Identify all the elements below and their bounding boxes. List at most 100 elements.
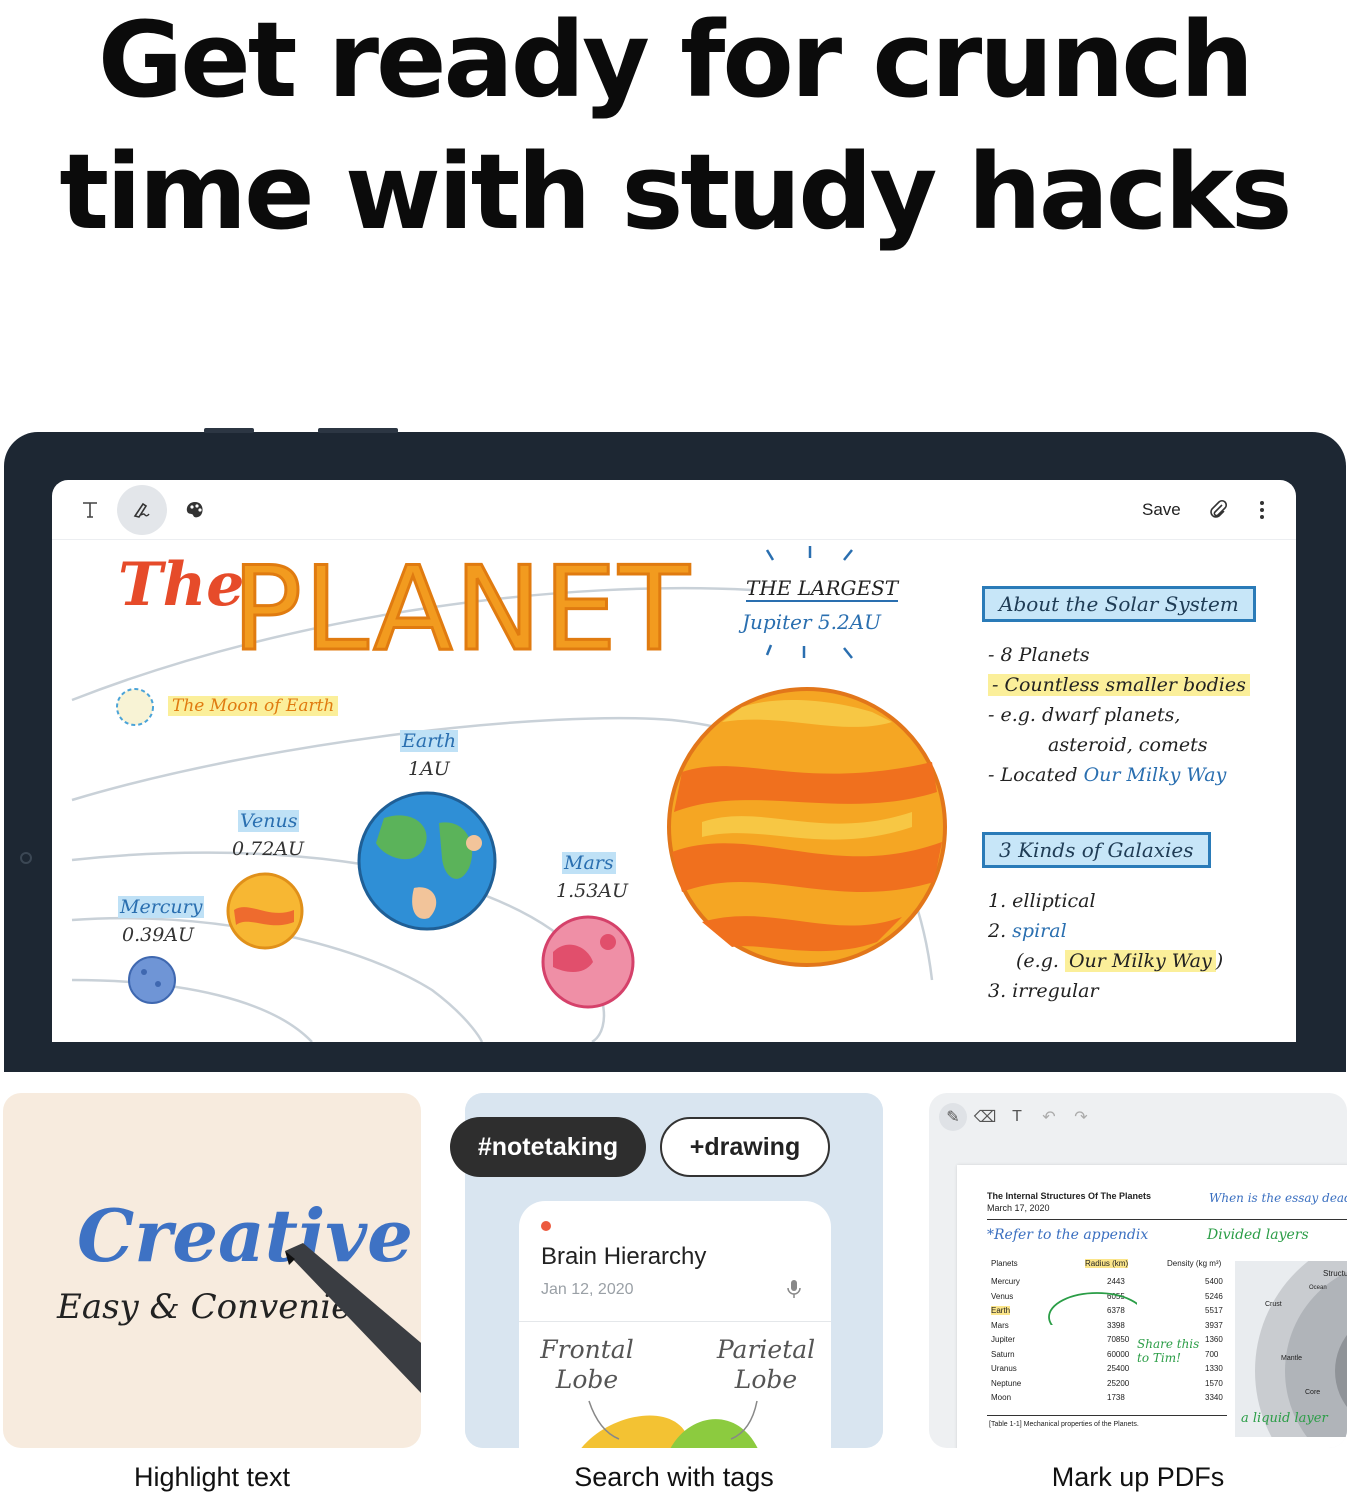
mars-au: 1.53AU <box>556 880 629 902</box>
moon-label: The Moon of Earth <box>168 696 339 716</box>
galaxy-item-2-example: (e.g. Our Milky Way) <box>1016 950 1223 972</box>
pdf-note-liquid: a liquid layer <box>1241 1411 1328 1426</box>
highlight-text-card: Creative Easy & Convenie <box>3 1093 421 1448</box>
s-pen-icon <box>285 1243 421 1393</box>
note-title-the: The <box>118 550 245 620</box>
diagram-crust: Crust <box>1265 1301 1282 1308</box>
pdf-undo-icon[interactable]: ↶ <box>1035 1103 1063 1131</box>
galaxy-item-3: 3. irregular <box>988 980 1099 1002</box>
galaxy-example-open: (e.g. <box>1016 950 1065 972</box>
note-dot <box>541 1221 551 1231</box>
note-canvas[interactable]: The PLANET The Moon of Earth THE LARGEST… <box>52 540 1296 1042</box>
galaxy-item-1: 1. elliptical <box>988 890 1096 912</box>
pdf-cell: 3340 <box>1205 1393 1223 1402</box>
venus-au: 0.72AU <box>232 838 305 860</box>
pdf-note-layers: Divided layers <box>1207 1227 1309 1243</box>
pdf-cell: 5517 <box>1205 1306 1223 1315</box>
mars-label: Mars <box>562 852 616 874</box>
text-icon[interactable] <box>72 492 108 528</box>
about-item-5-link: Our Milky Way <box>1083 764 1227 786</box>
frontal-lobe-label: Frontal Lobe <box>540 1335 634 1394</box>
mic-icon[interactable] <box>787 1279 801 1304</box>
markup-pdf-card: ✎ ⌫ T ↶ ↷ The Internal Structures Of The… <box>929 1093 1347 1448</box>
pdf-cell: 5400 <box>1205 1277 1223 1286</box>
search-tags-card: Brain Hierarchy Jan 12, 2020 Frontal Lob… <box>450 1093 883 1448</box>
earth-drawing <box>357 791 497 931</box>
pdf-cell: Saturn <box>991 1349 1015 1359</box>
volume-button <box>204 428 254 433</box>
diagram-mantle: Mantle <box>1281 1355 1303 1362</box>
note-divider <box>519 1321 831 1322</box>
about-item-5: - Located Our Milky Way <box>988 764 1226 786</box>
pen-icon[interactable] <box>117 485 167 535</box>
about-item-5-text: - Located <box>988 764 1084 786</box>
power-button <box>318 428 398 433</box>
parietal-lobe-label: Parietal Lobe <box>716 1335 816 1394</box>
pdf-cell: 700 <box>1205 1349 1219 1359</box>
jupiter-drawing <box>667 687 947 967</box>
pdf-cell: Moon <box>991 1393 1012 1402</box>
more-icon[interactable] <box>1244 492 1280 528</box>
notes-app-screen: Save The PLANET The Moon of Earth THE LA… <box>52 480 1296 1042</box>
pdf-caption: Mark up PDFs <box>1051 1462 1225 1492</box>
tag-drawing[interactable]: +drawing <box>660 1117 830 1177</box>
pdf-cell: 1570 <box>1205 1378 1223 1388</box>
about-item-3: - e.g. dwarf planets, <box>988 704 1181 726</box>
about-item-2-text: - Countless smaller bodies <box>988 674 1250 696</box>
moon-drawing <box>116 688 154 726</box>
highlight-caption: Highlight text <box>133 1462 291 1492</box>
pdf-table-caption: [Table 1-1] Mechanical properties of the… <box>989 1421 1139 1428</box>
pdf-cell: 1738 <box>1107 1393 1125 1402</box>
brain-drawing <box>581 1400 758 1448</box>
pdf-page[interactable]: The Internal Structures Of The Planets M… <box>957 1165 1347 1448</box>
galaxy-example-close: ) <box>1215 950 1224 972</box>
about-item-2: - Countless smaller bodies <box>988 674 1250 696</box>
mercury-label: Mercury <box>118 896 205 918</box>
headline-line-1: Get ready for crunch <box>97 0 1254 121</box>
diagram-core: Core <box>1305 1389 1321 1396</box>
pdf-cell: 25400 <box>1107 1364 1130 1373</box>
earth-label: Earth <box>400 730 459 752</box>
pdf-col-density: Density (kg m³) <box>1167 1259 1222 1268</box>
about-item-4: asteroid, comets <box>1048 734 1208 756</box>
diagram-structure: Structure <box>1323 1269 1347 1278</box>
about-item-1: - 8 Planets <box>988 644 1090 666</box>
pdf-structure-diagram: Structure Crust Mantle Core Ocean a liqu… <box>1235 1261 1347 1437</box>
pdf-cell: 70850 <box>1107 1335 1130 1344</box>
venus-drawing <box>226 872 304 950</box>
pdf-cell: Uranus <box>991 1364 1017 1373</box>
palette-icon[interactable] <box>177 492 213 528</box>
galaxy-item-2: 2. spiral <box>988 920 1067 942</box>
save-button[interactable]: Save <box>1142 500 1181 520</box>
headline-line-2: time with study hacks <box>59 131 1292 253</box>
pdf-cell: 1330 <box>1205 1364 1223 1373</box>
note-card[interactable]: Brain Hierarchy Jan 12, 2020 Frontal Lob… <box>519 1201 831 1448</box>
pdf-note-share: Share this to Tim! <box>1137 1337 1200 1365</box>
pdf-ellipse-markup <box>1048 1292 1137 1325</box>
largest-value: Jupiter 5.2AU <box>742 610 881 634</box>
tag-notetaking[interactable]: #notetaking <box>450 1117 646 1177</box>
galaxy-item-2-text: spiral <box>1012 920 1067 942</box>
mercury-au: 0.39AU <box>122 924 195 946</box>
attach-icon[interactable] <box>1200 492 1236 528</box>
pdf-cell: 3937 <box>1205 1320 1223 1330</box>
galaxy-example-text: Our Milky Way <box>1064 950 1216 972</box>
earth-au: 1AU <box>408 758 450 780</box>
note-toolbar: Save <box>52 480 1296 540</box>
pdf-table-rule <box>987 1415 1227 1416</box>
pdf-cell: 5246 <box>1205 1291 1223 1301</box>
pdf-eraser-icon[interactable]: ⌫ <box>971 1103 999 1131</box>
mercury-drawing <box>128 956 176 1004</box>
pdf-note-top: When is the essay dead <box>1209 1191 1347 1205</box>
largest-label: THE LARGEST <box>746 576 899 602</box>
camera-icon <box>20 852 32 864</box>
diagram-ocean: Ocean <box>1309 1285 1327 1291</box>
pdf-text-icon[interactable]: T <box>1003 1103 1031 1131</box>
galaxies-heading: 3 Kinds of Galaxies <box>982 832 1211 868</box>
note-title-planet: PLANET <box>231 541 692 679</box>
pdf-pen-icon[interactable]: ✎ <box>939 1103 967 1131</box>
pdf-cell: Jupiter <box>991 1335 1016 1344</box>
venus-label: Venus <box>238 810 300 832</box>
pdf-redo-icon[interactable]: ↷ <box>1067 1103 1095 1131</box>
pdf-cell: Neptune <box>991 1378 1022 1388</box>
